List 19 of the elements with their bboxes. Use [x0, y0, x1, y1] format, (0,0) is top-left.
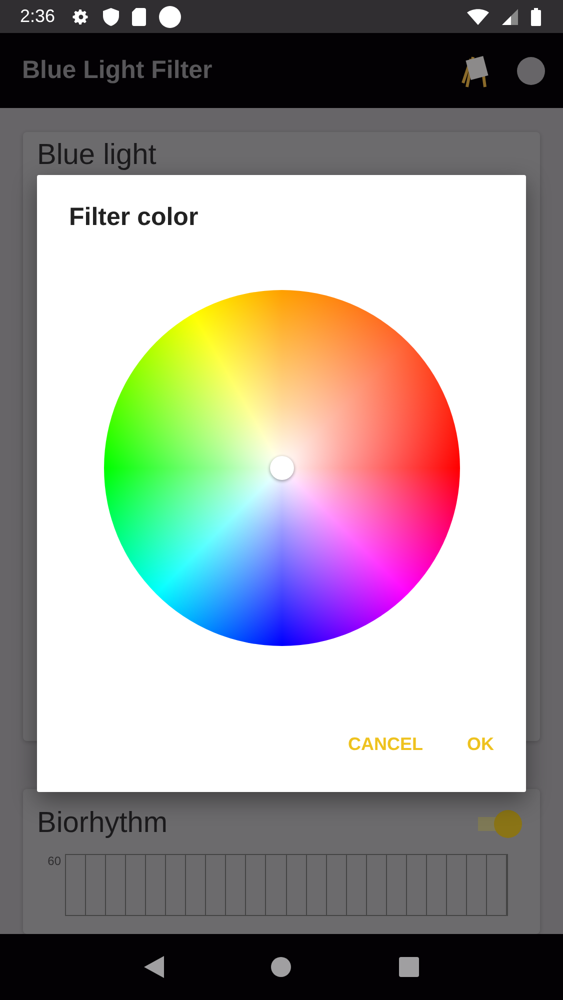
wifi-icon	[467, 8, 489, 24]
dialog-button[interactable]: CANCEL	[336, 726, 435, 763]
back-icon[interactable]	[144, 956, 164, 978]
card-title: Biorhythm	[37, 807, 168, 840]
circle-icon[interactable]	[517, 56, 545, 84]
battery-icon	[531, 8, 541, 26]
card-title: Blue light	[37, 140, 156, 172]
sd-card-icon	[132, 8, 146, 26]
app-title: Blue Light Filter	[22, 56, 214, 85]
recents-icon[interactable]	[399, 957, 420, 977]
dialog-title: Filter color	[69, 203, 200, 232]
clock: 2:36	[20, 6, 56, 27]
dialog-button[interactable]: OK	[455, 726, 506, 763]
shield-icon	[103, 8, 120, 26]
gear-icon	[72, 8, 90, 26]
axis-label: 60	[46, 854, 61, 870]
home-icon[interactable]	[271, 957, 292, 977]
circle-icon	[159, 6, 182, 28]
signal-icon	[502, 8, 518, 24]
